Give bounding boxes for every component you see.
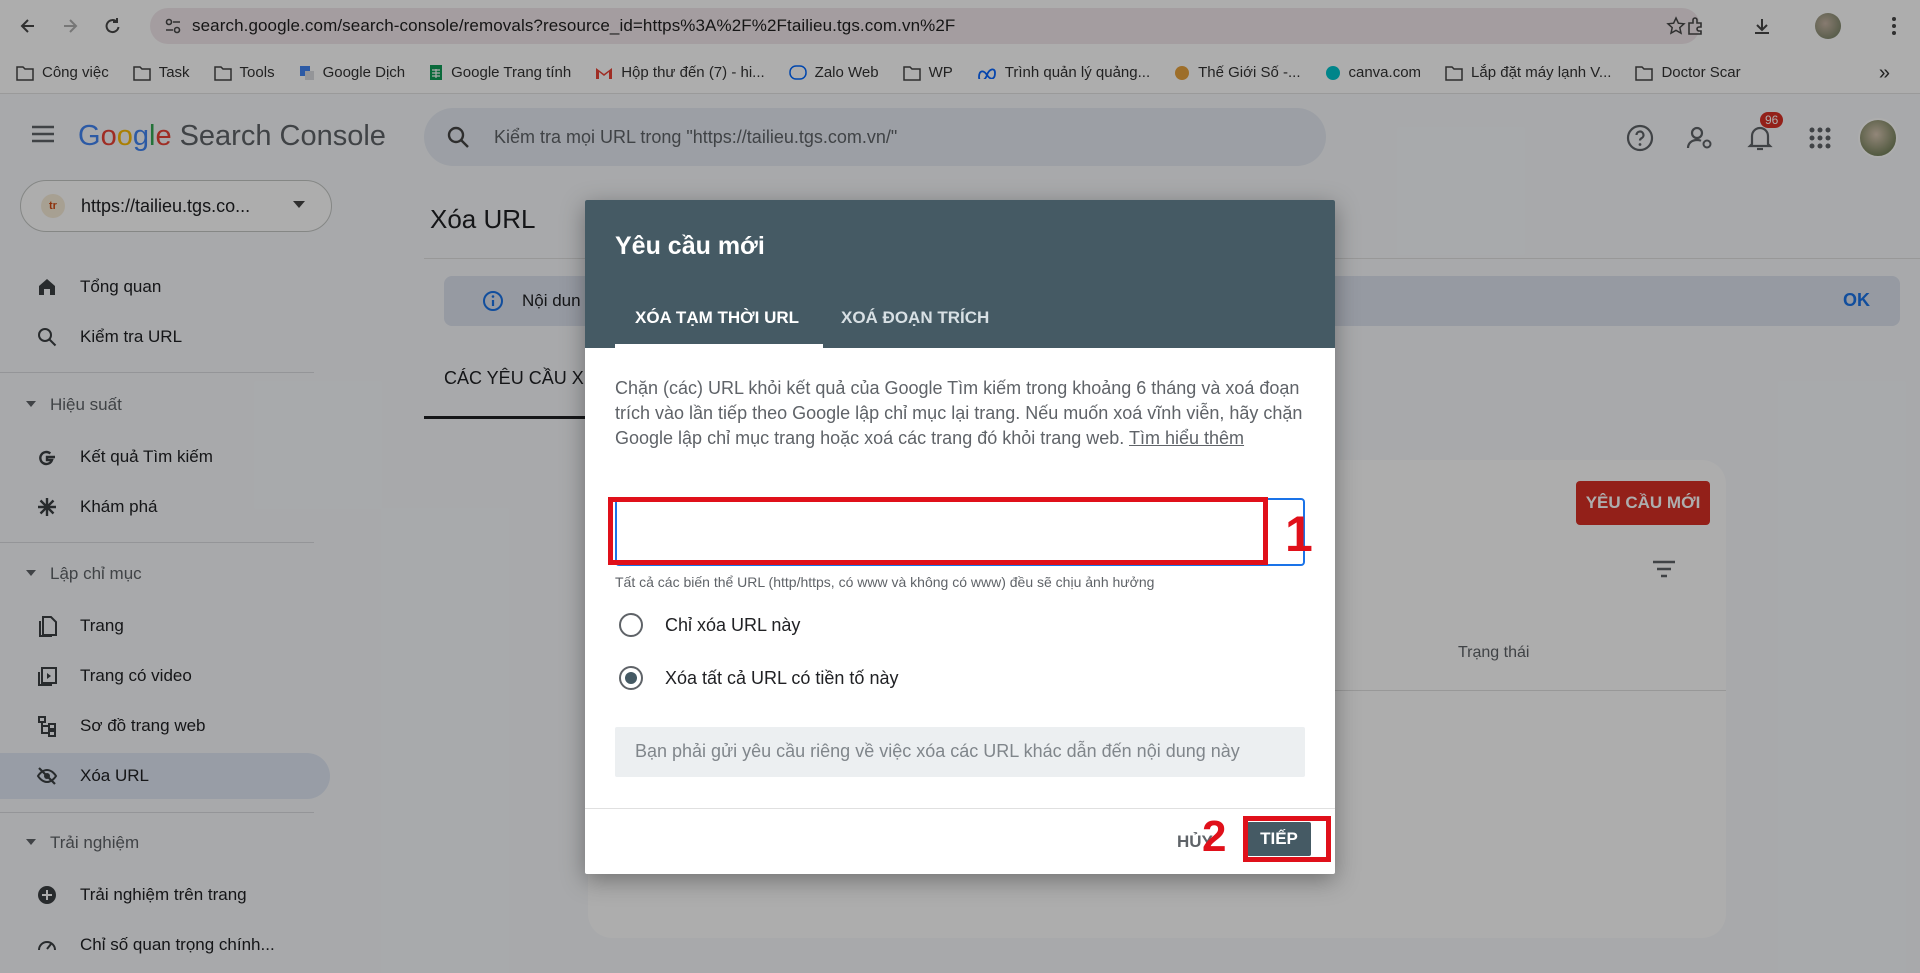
dialog-header: Yêu cầu mới XÓA TẠM THỜI URL XOÁ ĐOẠN TR… (585, 200, 1335, 348)
dialog-footer-divider (585, 808, 1335, 809)
radio-this-url-only[interactable] (619, 613, 643, 637)
next-button[interactable]: TIẾP (1247, 822, 1311, 856)
dialog-title: Yêu cầu mới (615, 232, 765, 260)
radio-this-url-only-label[interactable]: Chỉ xóa URL này (665, 615, 800, 636)
url-input[interactable] (615, 498, 1305, 566)
annotation-number-2: 2 (1202, 812, 1227, 861)
dialog-description: Chặn (các) URL khỏi kết quả của Google T… (615, 378, 1303, 448)
new-request-dialog: Yêu cầu mới XÓA TẠM THỜI URL XOÁ ĐOẠN TR… (585, 200, 1335, 874)
separate-request-note: Bạn phải gửi yêu cầu riêng về việc xóa c… (615, 727, 1305, 777)
tab-temporarily-remove-url[interactable]: XÓA TẠM THỜI URL (635, 308, 799, 328)
tab-clear-snippet[interactable]: XOÁ ĐOẠN TRÍCH (841, 308, 989, 328)
radio-remove-prefix-label[interactable]: Xóa tất cả URL có tiền tố này (665, 668, 898, 689)
url-variants-hint: Tất cả các biến thể URL (http/https, có … (615, 574, 1155, 590)
active-tab-indicator (615, 344, 823, 348)
radio-remove-prefix[interactable] (619, 666, 643, 690)
annotation-number-1: 1 (1285, 506, 1313, 562)
learn-more-link[interactable]: Tìm hiểu thêm (1129, 428, 1244, 448)
